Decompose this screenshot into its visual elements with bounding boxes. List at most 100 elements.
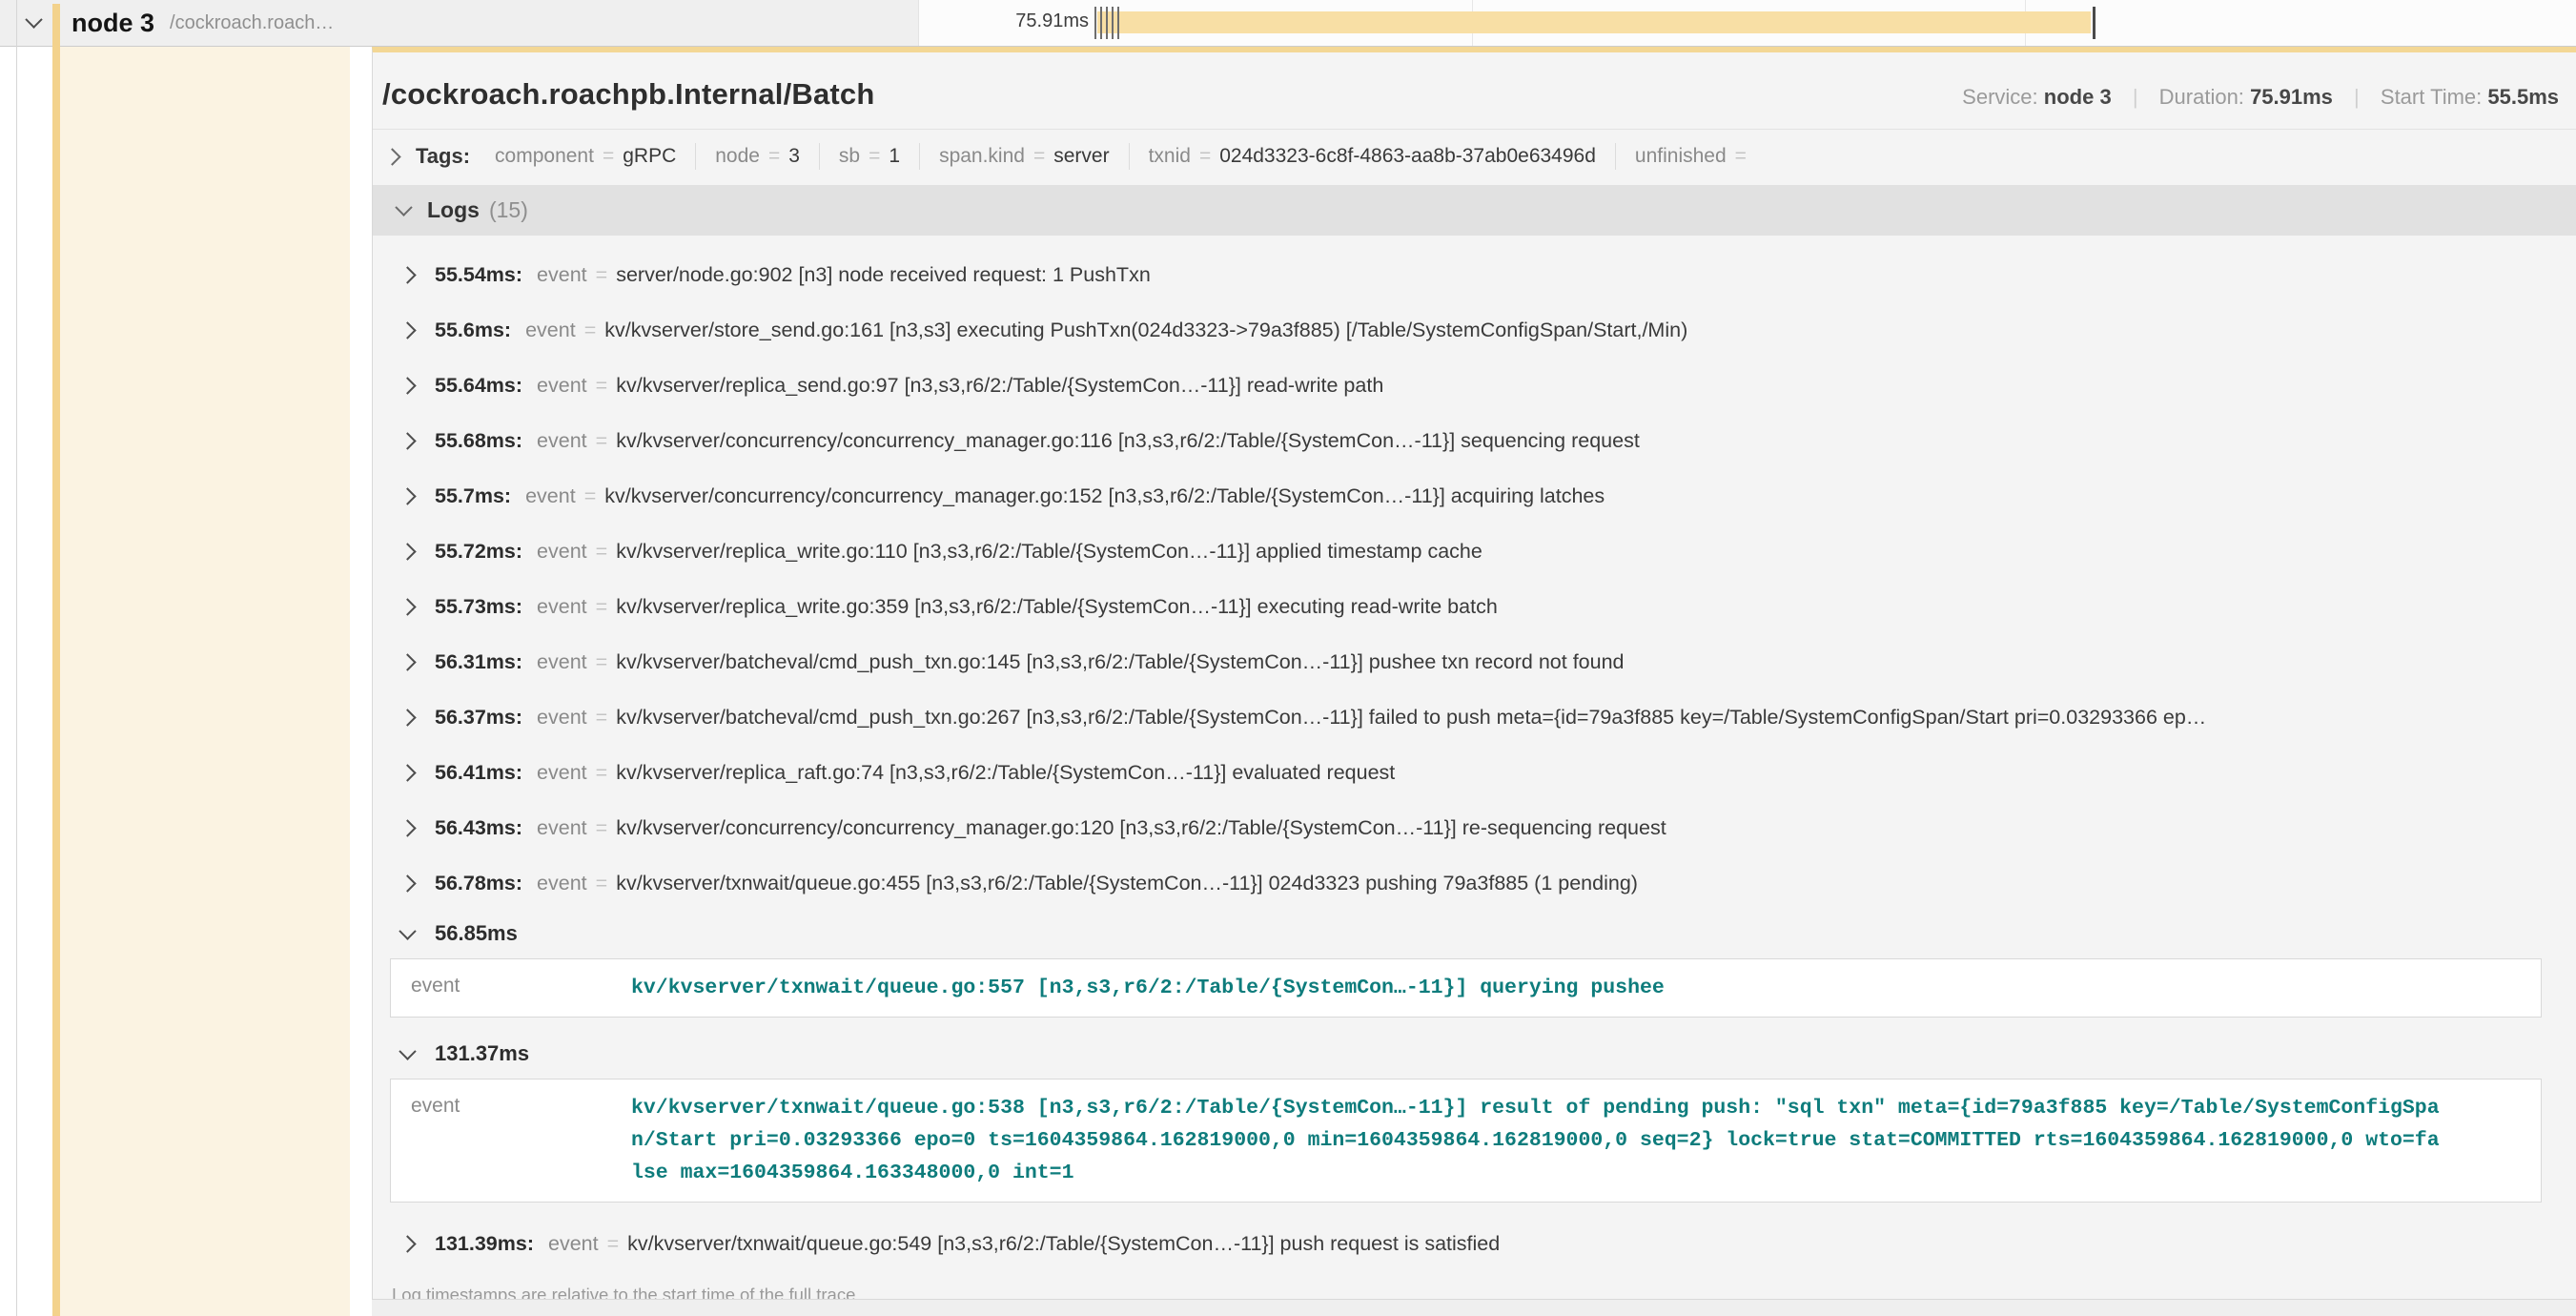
logs-footer-note: Log timestamps are relative to the start… — [373, 1271, 2576, 1300]
log-row[interactable]: 56.43ms: event = kv/kvserver/concurrency… — [373, 800, 2576, 855]
span-detail-card: /cockroach.roachpb.Internal/Batch Servic… — [372, 47, 2576, 1300]
log-field-key: event — [548, 1232, 599, 1256]
log-timestamp: 55.73ms: — [435, 595, 522, 619]
log-timestamp: 55.68ms: — [435, 429, 522, 453]
chevron-right-icon[interactable] — [399, 543, 416, 560]
log-field-key: event — [537, 540, 587, 564]
log-row[interactable]: 131.39ms: event = kv/kvserver/txnwait/qu… — [373, 1216, 2576, 1271]
tag-equals: = — [1735, 145, 1747, 168]
collapse-children-icon[interactable] — [25, 10, 42, 28]
log-timestamp: 56.78ms: — [435, 872, 522, 895]
log-timestamp: 56.43ms: — [435, 816, 522, 840]
chevron-right-icon[interactable] — [399, 764, 416, 781]
log-timestamp: 55.64ms: — [435, 374, 522, 398]
log-tick[interactable] — [1106, 7, 1108, 39]
log-equals: = — [596, 540, 608, 564]
span-detail-header: /cockroach.roachpb.Internal/Batch Servic… — [373, 52, 2576, 130]
log-row[interactable]: 56.78ms: event = kv/kvserver/txnwait/que… — [373, 855, 2576, 911]
tags-list: component = gRPC node = 3 sb = 1 span.ki… — [476, 143, 1774, 170]
log-equals: = — [596, 429, 608, 453]
chevron-right-icon[interactable] — [399, 598, 416, 615]
span-bar[interactable] — [1097, 11, 2091, 33]
tag-value: server — [1053, 145, 1109, 168]
tag-key: span.kind — [939, 145, 1025, 168]
span-row[interactable]: node 3 /cockroach.roach… 75.91ms — [0, 0, 2576, 47]
chevron-right-icon[interactable] — [399, 266, 416, 283]
tag-key: unfinished — [1635, 145, 1727, 168]
log-expanded-entry: 56.85ms event kv/kvserver/txnwait/queue.… — [373, 911, 2576, 1018]
log-tick[interactable] — [1117, 7, 1119, 39]
service-name: node 3 — [72, 9, 154, 38]
chevron-right-icon[interactable] — [399, 432, 416, 449]
overview-separator: | — [2133, 85, 2138, 109]
log-row[interactable]: 56.41ms: event = kv/kvserver/replica_raf… — [373, 745, 2576, 800]
log-detail-box: event kv/kvserver/txnwait/queue.go:538 [… — [390, 1079, 2542, 1203]
chevron-down-icon[interactable] — [399, 922, 416, 939]
chevron-right-icon[interactable] — [399, 874, 416, 892]
log-timestamp: 56.37ms: — [435, 706, 522, 730]
chevron-right-icon[interactable] — [399, 819, 416, 836]
log-field-key: event — [537, 872, 587, 895]
tag-equals: = — [768, 145, 780, 168]
chevron-right-icon[interactable] — [399, 321, 416, 339]
log-equals: = — [596, 650, 608, 674]
tag-value: 3 — [788, 145, 800, 168]
log-field-key: event — [391, 1092, 623, 1189]
chevron-down-icon[interactable] — [399, 1042, 416, 1059]
log-message: kv/kvserver/replica_write.go:110 [n3,s3,… — [616, 540, 1482, 564]
tag-equals: = — [603, 145, 614, 168]
tag-key: sb — [839, 145, 860, 168]
log-expanded-header[interactable]: 131.37ms — [373, 1031, 2576, 1077]
log-timestamp: 55.6ms: — [435, 319, 511, 342]
span-duration-label: 75.91ms — [919, 10, 1089, 32]
log-equals: = — [596, 816, 608, 840]
log-row[interactable]: 55.64ms: event = kv/kvserver/replica_sen… — [373, 358, 2576, 413]
log-field-key: event — [537, 706, 587, 730]
log-timestamp: 55.7ms: — [435, 484, 511, 508]
chevron-right-icon[interactable] — [399, 1235, 416, 1252]
logs-label: Logs — [427, 197, 480, 223]
log-tick[interactable] — [2093, 7, 2096, 39]
chevron-right-icon[interactable] — [383, 148, 400, 165]
logs-section-header[interactable]: Logs (15) — [373, 185, 2576, 236]
log-row[interactable]: 55.68ms: event = kv/kvserver/concurrency… — [373, 413, 2576, 468]
log-timestamp: 55.72ms: — [435, 540, 522, 564]
log-tick[interactable] — [1112, 7, 1114, 39]
log-row[interactable]: 55.7ms: event = kv/kvserver/concurrency/… — [373, 468, 2576, 524]
log-message: kv/kvserver/concurrency/concurrency_mana… — [604, 484, 1605, 508]
log-tick[interactable] — [1094, 7, 1096, 39]
tags-label: Tags: — [416, 144, 470, 169]
chevron-right-icon[interactable] — [399, 709, 416, 726]
log-row[interactable]: 55.72ms: event = kv/kvserver/replica_wri… — [373, 524, 2576, 579]
log-row[interactable]: 56.31ms: event = kv/kvserver/batcheval/c… — [373, 634, 2576, 689]
log-field-key: event — [525, 484, 576, 508]
log-row[interactable]: 56.37ms: event = kv/kvserver/batcheval/c… — [373, 689, 2576, 745]
log-row[interactable]: 55.6ms: event = kv/kvserver/store_send.g… — [373, 302, 2576, 358]
log-message: kv/kvserver/txnwait/queue.go:455 [n3,s3,… — [616, 872, 1638, 895]
log-message: kv/kvserver/batcheval/cmd_push_txn.go:26… — [616, 706, 2206, 730]
chevron-down-icon[interactable] — [395, 198, 412, 216]
log-field-key: event — [537, 650, 587, 674]
span-timeline[interactable]: 75.91ms — [918, 0, 2576, 46]
tags-section[interactable]: Tags: component = gRPC node = 3 sb = 1 s… — [373, 130, 2576, 185]
service-value: node 3 — [2044, 85, 2112, 109]
chevron-right-icon[interactable] — [399, 377, 416, 394]
log-field-key: event — [391, 972, 623, 1004]
log-row[interactable]: 55.73ms: event = kv/kvserver/replica_wri… — [373, 579, 2576, 634]
log-field-key: event — [537, 263, 587, 287]
tag-item: component = gRPC — [476, 143, 696, 170]
log-timestamp: 55.54ms: — [435, 263, 522, 287]
chevron-right-icon[interactable] — [399, 487, 416, 504]
log-field-key: event — [537, 816, 587, 840]
tag-item: span.kind = server — [920, 143, 1130, 170]
log-message: kv/kvserver/concurrency/concurrency_mana… — [616, 816, 1666, 840]
logs-count: (15) — [489, 197, 528, 223]
log-row[interactable]: 55.54ms: event = server/node.go:902 [n3]… — [373, 247, 2576, 302]
log-message: kv/kvserver/batcheval/cmd_push_txn.go:14… — [616, 650, 1624, 674]
span-name-cell[interactable]: node 3 /cockroach.roach… — [0, 0, 918, 46]
log-tick[interactable] — [1100, 7, 1102, 39]
log-expanded-header[interactable]: 56.85ms — [373, 911, 2576, 956]
tag-equals: = — [869, 145, 880, 168]
log-equals: = — [596, 263, 608, 287]
chevron-right-icon[interactable] — [399, 653, 416, 670]
